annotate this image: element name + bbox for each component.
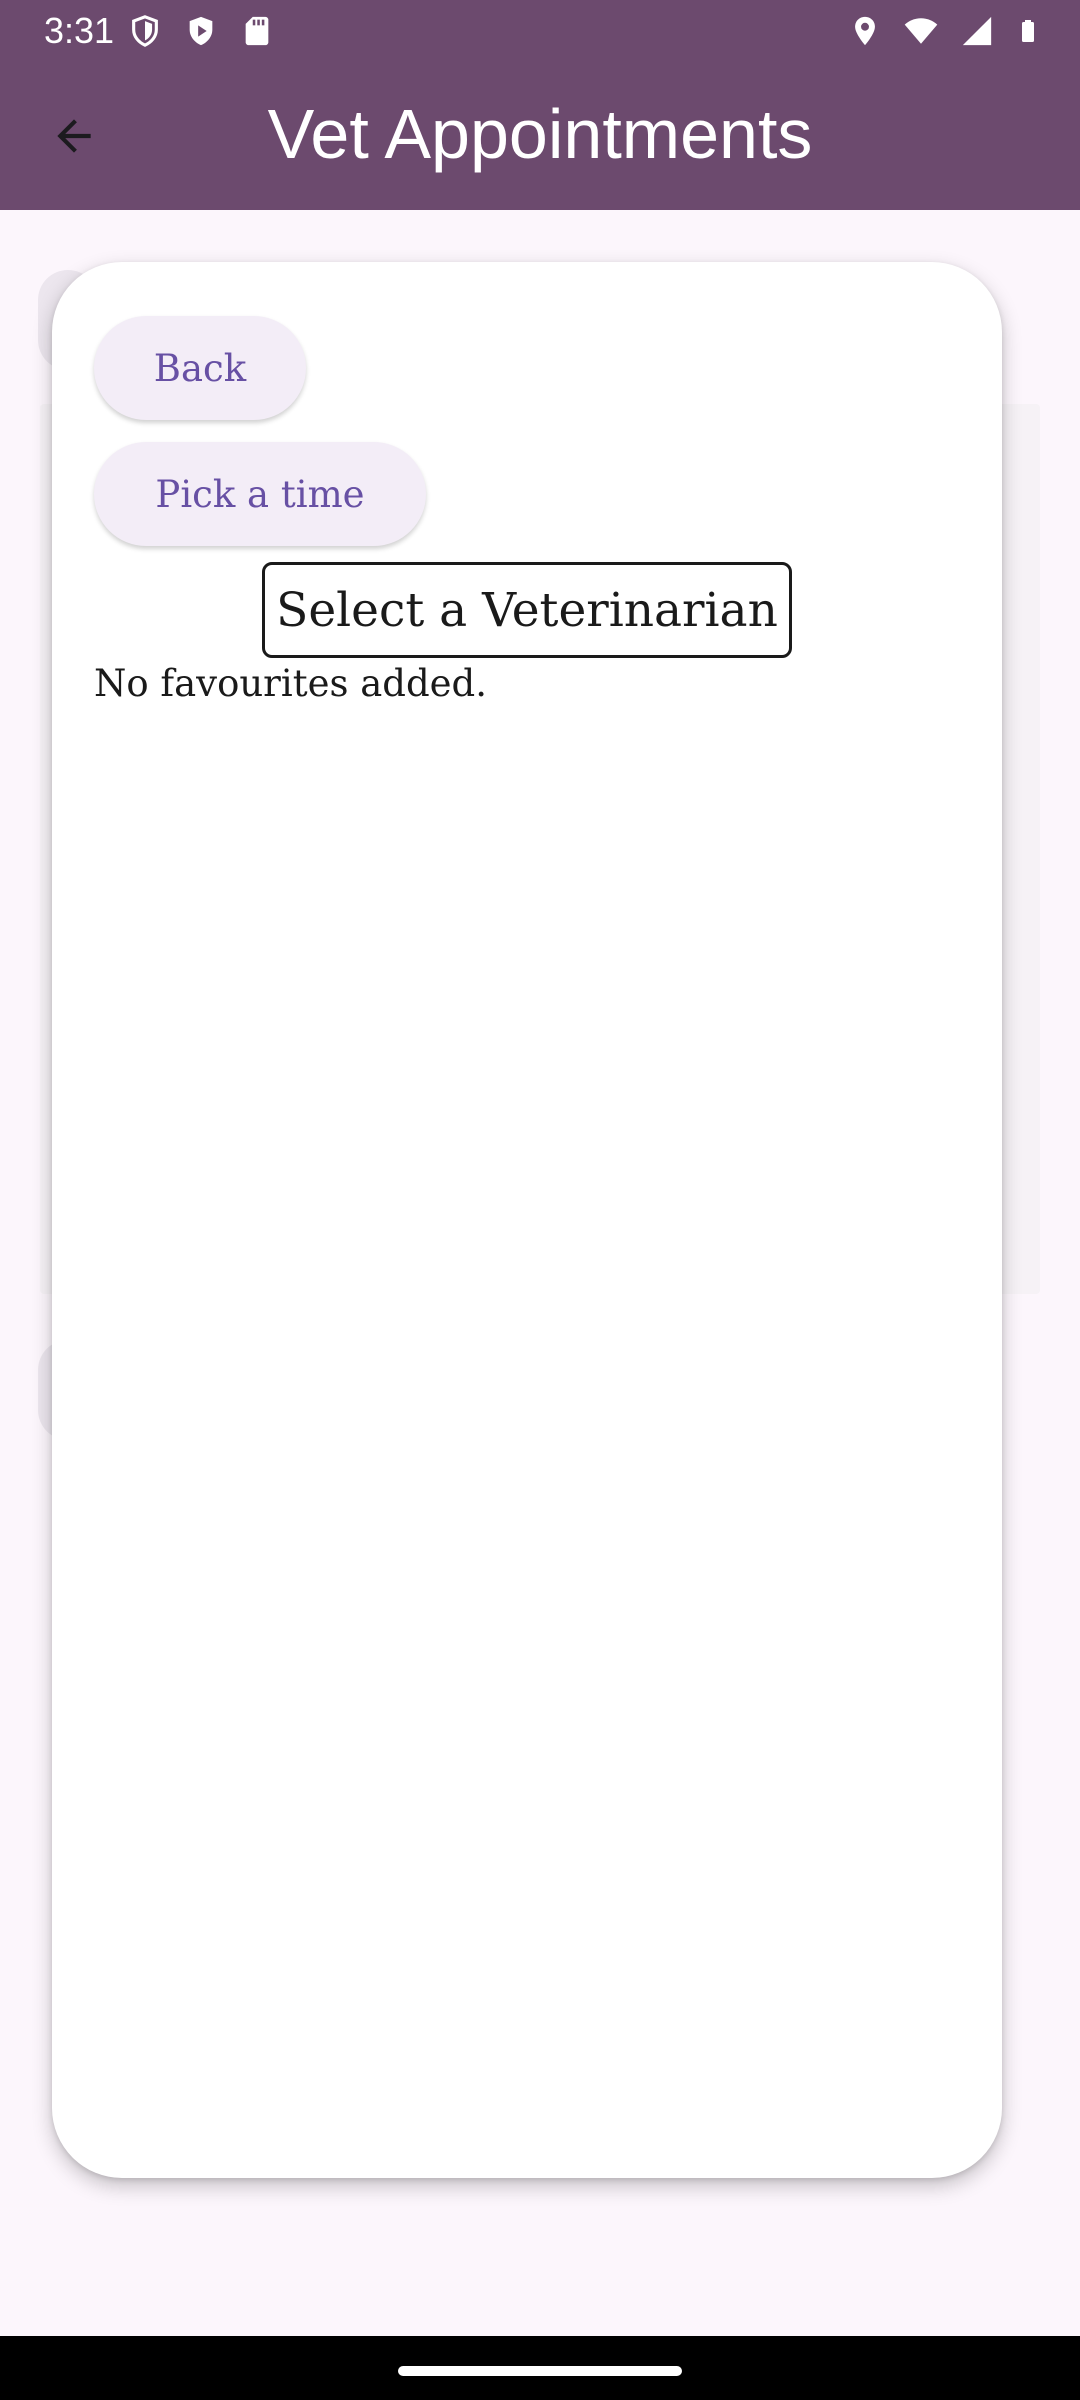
status-time: 3:31: [44, 10, 115, 51]
wifi-icon: [904, 18, 938, 44]
page-title: Vet Appointments: [267, 95, 813, 173]
status-bar: 3:31: [0, 0, 1080, 62]
back-button[interactable]: Back: [94, 316, 306, 420]
shield-icon: [132, 15, 158, 47]
app-bar: Vet Appointments: [0, 62, 1080, 210]
status-right-icons: [848, 14, 1040, 48]
status-left-icons: [128, 14, 274, 48]
veterinarian-dialog: Back Pick a time Select a Veterinarian N…: [52, 262, 1002, 2178]
play-protect-icon: [189, 16, 213, 46]
battery-icon: [1022, 20, 1034, 42]
system-navigation-bar: [0, 2336, 1080, 2400]
empty-favourites-message: No favourites added.: [94, 662, 487, 705]
location-icon: [855, 16, 875, 46]
select-veterinarian-heading: Select a Veterinarian: [262, 562, 792, 658]
home-indicator[interactable]: [398, 2366, 682, 2376]
pick-time-button[interactable]: Pick a time: [94, 442, 426, 546]
cellular-signal-icon: [962, 16, 992, 46]
sd-card-icon: [245, 16, 269, 46]
